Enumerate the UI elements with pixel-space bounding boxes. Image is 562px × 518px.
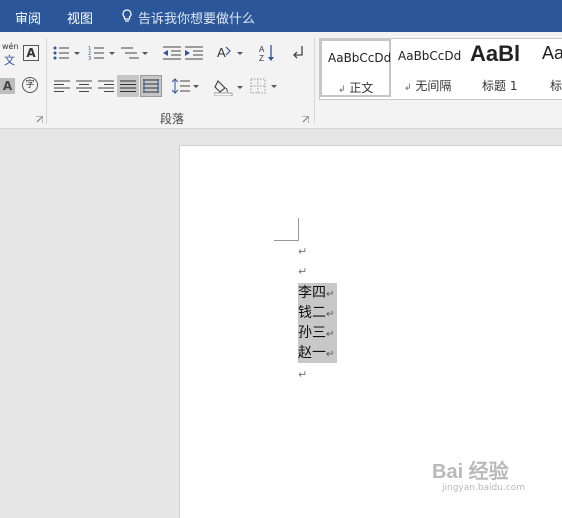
- style-no-spacing[interactable]: AaBbCcDd ↲ 无间隔: [392, 39, 464, 97]
- enclose-char-button[interactable]: 字: [22, 77, 38, 93]
- margin-corner-mark: [274, 240, 298, 241]
- paragraph-dialog-launcher-icon[interactable]: [302, 116, 309, 123]
- borders-icon: [250, 78, 277, 94]
- increase-indent-button[interactable]: [185, 46, 203, 60]
- style-heading-1[interactable]: AaBl 标题 1: [464, 39, 536, 97]
- style-sample: AaBl: [470, 41, 521, 66]
- align-center-button[interactable]: [76, 80, 92, 93]
- title-bar: 审阅 视图 告诉我你想要做什么: [0, 0, 562, 32]
- shading-button[interactable]: [214, 78, 244, 96]
- text-line[interactable]: 钱二↵: [298, 303, 338, 323]
- tell-me-text: 告诉我你想要做什么: [138, 12, 256, 27]
- chinese-layout-button[interactable]: A: [216, 45, 244, 61]
- numbering-icon: 123: [88, 46, 115, 60]
- paragraph-mark-icon: [293, 46, 303, 59]
- style-name: 标: [550, 79, 562, 93]
- justify-button[interactable]: [117, 75, 139, 97]
- show-marks-button[interactable]: [292, 45, 306, 61]
- group-separator: [314, 38, 315, 124]
- decrease-indent-icon: [163, 46, 181, 60]
- paragraph-group-label: 段落: [160, 112, 185, 126]
- align-left-icon: [54, 80, 70, 92]
- distributed-button[interactable]: [140, 75, 162, 97]
- tell-me-box[interactable]: 告诉我你想要做什么: [120, 8, 255, 27]
- style-sample: Aa: [542, 43, 562, 63]
- align-right-button[interactable]: [98, 80, 114, 93]
- style-sample: AaBbCcDd: [328, 51, 390, 65]
- style-sample: AaBbCcDd: [398, 49, 462, 63]
- borders-button[interactable]: [250, 78, 278, 94]
- watermark-logo-text: Bai 经验: [432, 461, 509, 483]
- align-center-icon: [76, 80, 92, 92]
- paragraph-mark: ↵: [298, 368, 308, 381]
- svg-text:3: 3: [88, 56, 91, 60]
- line-spacing-icon: [172, 78, 199, 94]
- style-name: 标题 1: [482, 79, 518, 93]
- text-line[interactable]: 孙三↵: [298, 323, 338, 343]
- distributed-icon: [143, 79, 159, 93]
- decrease-indent-button[interactable]: [163, 46, 181, 60]
- svg-text:Z: Z: [259, 54, 264, 62]
- char-shading-button[interactable]: A: [0, 78, 15, 94]
- style-name: ↲ 正文: [338, 81, 374, 95]
- text-line[interactable]: 赵一↵: [298, 343, 338, 363]
- align-right-icon: [98, 80, 114, 92]
- align-left-button[interactable]: [54, 80, 70, 93]
- sort-button[interactable]: AZ: [259, 44, 277, 62]
- bullets-button[interactable]: [53, 46, 81, 60]
- multilevel-list-icon: [121, 47, 148, 59]
- justify-icon: [120, 80, 136, 92]
- paint-bucket-icon: [214, 79, 243, 96]
- font-dialog-launcher-icon[interactable]: [36, 116, 43, 123]
- group-separator: [46, 38, 47, 124]
- char-border-button[interactable]: A: [23, 45, 39, 61]
- style-heading-2[interactable]: Aa 标: [536, 39, 562, 97]
- increase-indent-icon: [185, 46, 203, 60]
- lightbulb-icon: [120, 9, 134, 27]
- multilevel-list-button[interactable]: [121, 46, 149, 60]
- svg-text:A: A: [217, 45, 226, 60]
- style-normal[interactable]: AaBbCcDd ↲ 正文: [320, 39, 391, 97]
- ribbon: wén 文 A A 字 123 A A Z 段落 AaBbCcDd ↲ 正文 A…: [0, 32, 562, 129]
- tab-view[interactable]: 视图: [67, 8, 93, 27]
- baidu-watermark: Bai 经验 jingyan.baidu.com: [432, 455, 525, 493]
- tab-review[interactable]: 审阅: [15, 8, 41, 27]
- text-line[interactable]: 李四↵: [298, 283, 338, 303]
- watermark-url: jingyan.baidu.com: [442, 483, 526, 493]
- margin-corner-mark: [298, 218, 299, 241]
- svg-text:A: A: [259, 45, 265, 54]
- chinese-layout-icon: A: [217, 45, 243, 60]
- styles-gallery: AaBbCcDd ↲ 正文 AaBbCcDd ↲ 无间隔 AaBl 标题 1 A…: [319, 38, 562, 100]
- line-spacing-button[interactable]: [172, 78, 200, 94]
- style-name: ↲ 无间隔: [404, 79, 452, 93]
- sort-icon: AZ: [259, 45, 274, 62]
- paragraph-mark: ↵: [298, 245, 308, 258]
- bullets-icon: [53, 46, 80, 60]
- paragraph-mark: ↵: [298, 265, 308, 278]
- phonetic-guide-button[interactable]: wén 文: [1, 42, 19, 67]
- numbering-button[interactable]: 123: [88, 46, 116, 60]
